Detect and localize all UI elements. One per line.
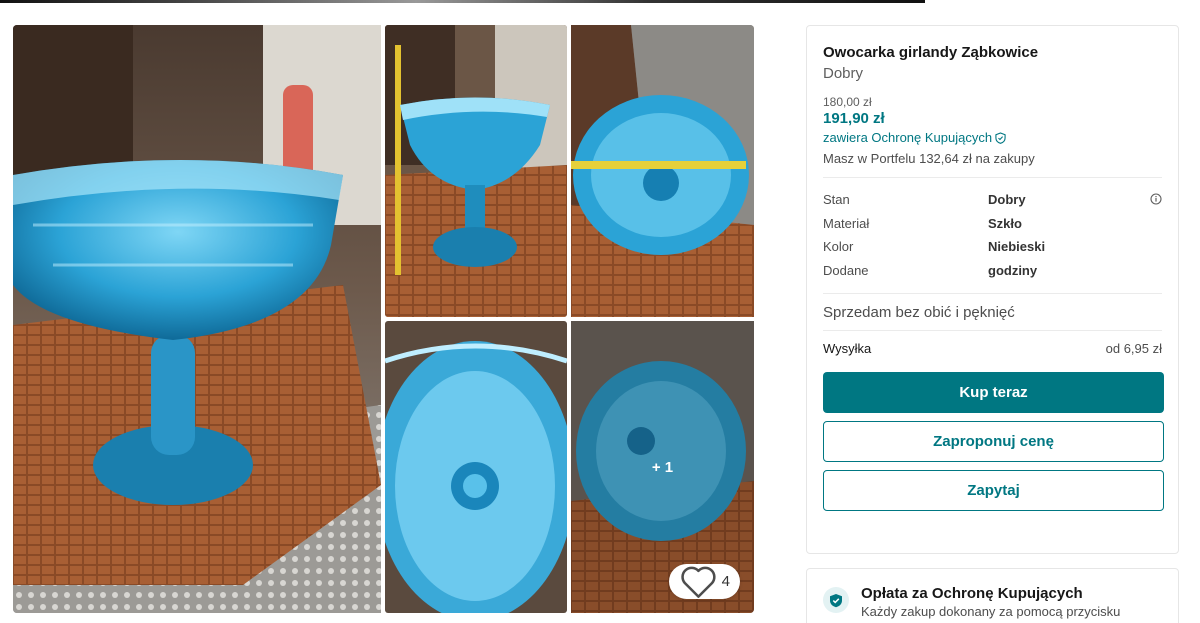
item-description: Sprzedam bez obić i pęknięć	[823, 294, 1162, 331]
detail-label: Materiał	[823, 215, 870, 231]
buyer-protection-link-label: zawiera Ochronę Kupujących	[823, 130, 993, 145]
ask-seller-button[interactable]: Zapytaj	[823, 470, 1164, 511]
detail-label: Kolor	[823, 239, 854, 255]
item-title: Owocarka girlandy Ząbkowice	[823, 44, 1039, 61]
shield-badge	[823, 587, 849, 613]
photo-gallery: + 1 4	[13, 25, 754, 613]
wallet-balance-note: Masz w Portfelu 132,64 zł na zakupy	[823, 151, 1162, 178]
item-price: 180,00 zł	[823, 95, 872, 109]
buyer-protection-card: Opłata za Ochronę Kupujących Każdy zakup…	[806, 568, 1179, 623]
shipping-row: Wysyłka od 6,95 zł	[823, 331, 1162, 356]
detail-value: godziny	[988, 262, 1038, 278]
photo-thumb-3[interactable]	[571, 25, 754, 317]
photo-thumb-2-image	[385, 25, 567, 317]
top-banner-strip	[0, 0, 925, 3]
detail-label: Dodane	[823, 262, 869, 278]
photo-thumb-5[interactable]: + 1 4	[571, 321, 754, 613]
item-details-card: Owocarka girlandy Ząbkowice Dobry 180,00…	[806, 25, 1179, 554]
more-photos-count: + 1	[651, 458, 674, 476]
shield-check-icon	[995, 131, 1006, 144]
photo-thumb-4-image	[385, 321, 567, 613]
buyer-protection-link[interactable]: zawiera Ochronę Kupujących	[823, 130, 1162, 145]
detail-value: Niebieski	[988, 239, 1046, 255]
buy-now-button[interactable]: Kup teraz	[823, 372, 1164, 413]
protection-card-title: Opłata za Ochronę Kupujących	[861, 585, 1083, 602]
favourite-count: 4	[721, 573, 730, 590]
photo-main[interactable]	[13, 25, 381, 613]
photo-thumb-2[interactable]	[385, 25, 567, 317]
shield-icon	[830, 593, 842, 607]
shipping-price: od 6,95 zł	[1105, 341, 1162, 356]
shipping-label: Wysyłka	[823, 341, 872, 356]
protection-card-text: Każdy zakup dokonany za pomocą przycisku	[861, 604, 1121, 619]
detail-row-color: Kolor Niebieski	[823, 235, 1162, 259]
details-table: Stan Dobry Materiał Szkło Kolor Niebiesk…	[823, 188, 1162, 294]
photo-thumb-4[interactable]	[385, 321, 567, 613]
detail-row-added: Dodane godziny	[823, 259, 1162, 283]
item-condition: Dobry	[823, 65, 864, 82]
detail-label: Stan	[823, 192, 850, 208]
make-offer-button[interactable]: Zaproponuj cenę	[823, 421, 1164, 462]
heart-icon	[681, 566, 716, 598]
photo-thumb-3-image	[571, 25, 754, 317]
detail-value: Szkło	[988, 215, 1022, 231]
detail-row-material: Materiał Szkło	[823, 212, 1162, 236]
info-icon[interactable]	[1150, 193, 1162, 205]
detail-row-condition: Stan Dobry	[823, 188, 1162, 212]
photo-main-image	[13, 25, 381, 613]
item-price-with-protection: 191,90 zł	[823, 110, 885, 127]
favourite-button[interactable]: 4	[668, 564, 740, 599]
detail-value: Dobry	[988, 192, 1026, 208]
